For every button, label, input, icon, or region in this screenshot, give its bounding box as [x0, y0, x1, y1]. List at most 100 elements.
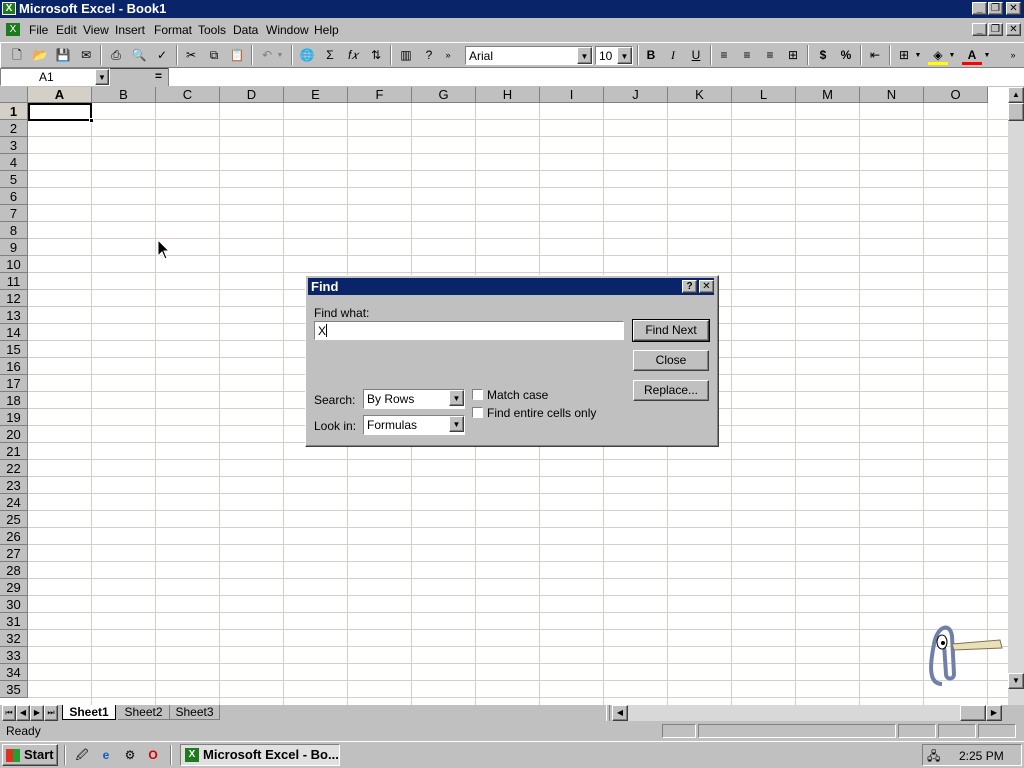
save-icon[interactable]: 💾 — [53, 46, 73, 65]
close-button[interactable]: Close — [633, 350, 709, 371]
find-next-button[interactable]: Find Next — [632, 319, 710, 342]
column-header[interactable]: C — [156, 87, 220, 103]
row-header[interactable]: 33 — [0, 647, 28, 664]
font-color-dropdown-icon[interactable]: ▼ — [982, 46, 992, 65]
restore-button[interactable]: ❐ — [988, 2, 1003, 15]
row-header[interactable]: 5 — [0, 171, 28, 188]
font-name-select[interactable]: Arial ▼ — [465, 46, 593, 65]
menu-insert[interactable]: Insert — [115, 23, 145, 37]
menu-tools[interactable]: Tools — [198, 23, 226, 37]
internet-explorer-icon[interactable]: e — [96, 746, 116, 765]
open-icon[interactable]: 📂 — [30, 46, 50, 65]
column-header[interactable]: F — [348, 87, 412, 103]
tab-split-handle[interactable] — [606, 705, 610, 721]
office-assistant-icon[interactable]: ? — [419, 46, 439, 65]
sheet-tab-active[interactable]: Sheet1 — [62, 705, 116, 720]
chevron-down-icon[interactable]: ▼ — [577, 47, 592, 64]
column-header[interactable]: M — [796, 87, 860, 103]
menu-edit[interactable]: Edit — [56, 23, 77, 37]
row-header[interactable]: 31 — [0, 613, 28, 630]
row-header[interactable]: 25 — [0, 511, 28, 528]
menu-help[interactable]: Help — [314, 23, 339, 37]
italic-icon[interactable]: I — [663, 46, 683, 65]
next-sheet-icon[interactable]: ▶ — [30, 705, 44, 721]
column-header[interactable]: E — [284, 87, 348, 103]
row-header[interactable]: 16 — [0, 358, 28, 375]
column-header[interactable]: O — [924, 87, 988, 103]
row-header[interactable]: 17 — [0, 375, 28, 392]
menu-data[interactable]: Data — [233, 23, 258, 37]
sheet-tab[interactable]: Sheet2 — [118, 705, 170, 720]
merge-center-icon[interactable]: ⊞ — [783, 46, 803, 65]
name-box[interactable]: A1 ▼ — [0, 68, 110, 86]
row-header[interactable]: 9 — [0, 239, 28, 256]
column-header[interactable]: K — [668, 87, 732, 103]
row-header[interactable]: 15 — [0, 341, 28, 358]
decrease-indent-icon[interactable]: ⇤ — [865, 46, 885, 65]
align-right-icon[interactable]: ≡ — [760, 46, 780, 65]
start-button[interactable]: Start — [2, 744, 58, 766]
row-header[interactable]: 13 — [0, 307, 28, 324]
opera-icon[interactable]: O — [143, 746, 163, 765]
fill-color-dropdown-icon[interactable]: ▼ — [947, 46, 957, 65]
row-header[interactable]: 19 — [0, 409, 28, 426]
function-icon[interactable]: f𝑥 — [343, 46, 363, 65]
close-window-button[interactable]: ✕ — [1006, 2, 1021, 15]
chevron-down-icon[interactable]: ▼ — [95, 69, 109, 85]
column-header[interactable]: I — [540, 87, 604, 103]
row-header[interactable]: 6 — [0, 188, 28, 205]
formula-input[interactable] — [168, 68, 1024, 86]
currency-icon[interactable]: $ — [813, 46, 833, 65]
menu-window[interactable]: Window — [266, 23, 309, 37]
fill-handle[interactable] — [89, 118, 94, 123]
row-header[interactable]: 27 — [0, 545, 28, 562]
font-size-select[interactable]: 10 ▼ — [595, 46, 633, 65]
lookin-select[interactable]: Formulas ▼ — [363, 415, 465, 435]
row-header[interactable]: 34 — [0, 664, 28, 681]
menu-format[interactable]: Format — [154, 23, 192, 37]
paste-icon[interactable]: 📋 — [227, 46, 247, 65]
scroll-up-icon[interactable]: ▲ — [1008, 87, 1024, 103]
match-case-label[interactable]: Match case — [487, 388, 548, 402]
more-buttons-icon[interactable]: » — [442, 46, 454, 65]
clock[interactable]: 2:25 PM — [959, 749, 1004, 763]
row-header[interactable]: 21 — [0, 443, 28, 460]
first-sheet-icon[interactable]: ⏮ — [2, 705, 16, 721]
new-icon[interactable]: 🗋 — [7, 46, 27, 65]
row-header[interactable]: 23 — [0, 477, 28, 494]
chart-wizard-icon[interactable]: ▥ — [396, 46, 416, 65]
align-center-icon[interactable]: ≡ — [737, 46, 757, 65]
hyperlink-icon[interactable]: 🌐 — [297, 46, 317, 65]
row-header[interactable]: 3 — [0, 137, 28, 154]
scroll-left-icon[interactable]: ◀ — [612, 705, 628, 721]
column-header[interactable]: L — [732, 87, 796, 103]
copy-icon[interactable]: ⧉ — [204, 46, 224, 65]
match-case-checkbox[interactable] — [472, 389, 483, 400]
borders-dropdown-icon[interactable]: ▼ — [913, 46, 923, 65]
cut-icon[interactable]: ✂ — [181, 46, 201, 65]
menu-view[interactable]: View — [83, 23, 109, 37]
print-preview-icon[interactable]: 🔍 — [129, 46, 149, 65]
row-header[interactable]: 8 — [0, 222, 28, 239]
horizontal-scroll-thumb[interactable] — [960, 705, 986, 721]
taskbar-excel-button[interactable]: X Microsoft Excel - Bo... — [180, 744, 340, 766]
horizontal-scroll-track[interactable] — [628, 705, 986, 721]
column-header[interactable]: H — [476, 87, 540, 103]
row-header[interactable]: 32 — [0, 630, 28, 647]
column-header[interactable]: B — [92, 87, 156, 103]
help-button[interactable]: ? — [682, 280, 697, 293]
row-header[interactable]: 29 — [0, 579, 28, 596]
undo-dropdown-icon[interactable]: ▼ — [275, 46, 285, 65]
chevron-down-icon[interactable]: ▼ — [449, 416, 464, 432]
row-header[interactable]: 14 — [0, 324, 28, 341]
scroll-thumb[interactable] — [1008, 103, 1024, 121]
column-header[interactable]: J — [604, 87, 668, 103]
row-header[interactable]: 35 — [0, 681, 28, 698]
equals-sign[interactable]: = — [155, 69, 162, 83]
bold-icon[interactable]: B — [641, 46, 661, 65]
workbook-icon[interactable]: X — [6, 23, 20, 36]
column-header[interactable]: D — [220, 87, 284, 103]
row-header[interactable]: 11 — [0, 273, 28, 290]
doc-restore-button[interactable]: ❐ — [988, 23, 1003, 36]
show-desktop-icon[interactable]: 🖉 — [72, 746, 92, 765]
